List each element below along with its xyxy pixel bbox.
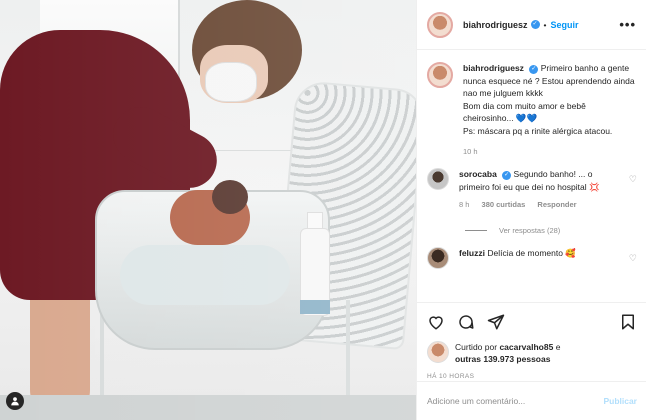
- add-comment-input[interactable]: [427, 396, 604, 406]
- verified-icon: ✓: [530, 20, 540, 29]
- separator: •: [543, 19, 547, 30]
- avatar[interactable]: [427, 168, 449, 190]
- caption: biahrodriguesz ✓ Primeiro banho a gente …: [427, 62, 637, 137]
- post-time[interactable]: HÁ 10 HORAS: [427, 373, 637, 380]
- share-icon[interactable]: [487, 313, 505, 331]
- caption-text: Primeiro banho a gente nunca esquece né …: [463, 63, 635, 136]
- comment-text: Delícia de momento 🥰: [487, 247, 576, 258]
- likes-prefix: Curtido por: [455, 342, 498, 352]
- heart-icon[interactable]: [427, 313, 445, 331]
- avatar[interactable]: [427, 11, 453, 38]
- comment-time: 8 h: [459, 200, 470, 209]
- bookmark-icon[interactable]: [619, 313, 637, 331]
- comment-item: sorocaba ✓ Segundo banho! ... o primeiro…: [427, 168, 637, 212]
- glass-reflection: [0, 0, 416, 420]
- verified-icon: ✓: [502, 171, 512, 180]
- caption-username[interactable]: biahrodriguesz: [463, 63, 524, 73]
- post-header: biahrodriguesz ✓ • Seguir •••: [417, 0, 646, 50]
- view-replies-button[interactable]: Ver respostas (28): [465, 226, 637, 235]
- likes-others[interactable]: outras 139.973 pessoas: [455, 354, 550, 364]
- person-tag-icon[interactable]: [6, 392, 24, 410]
- comments-list[interactable]: biahrodriguesz ✓ Primeiro banho a gente …: [417, 50, 646, 302]
- avatar[interactable]: [427, 62, 453, 88]
- avatar[interactable]: [427, 246, 449, 269]
- more-options-button[interactable]: •••: [619, 17, 636, 32]
- comment-meta: 8 h 380 curtidas Responder: [459, 199, 619, 212]
- comment-heart-icon[interactable]: ♡: [629, 253, 637, 264]
- add-comment-bar: Publicar: [417, 381, 646, 420]
- avatar[interactable]: [427, 341, 449, 363]
- comment-likes[interactable]: 380 curtidas: [482, 200, 526, 209]
- likes-summary: Curtido por cacarvalho85 e outras 139.97…: [427, 341, 637, 365]
- replies-line: [465, 229, 487, 231]
- comment-heart-icon[interactable]: ♡: [629, 174, 637, 185]
- comment-item: feluzzi Delícia de momento 🥰 ♡: [427, 246, 637, 269]
- comment-username[interactable]: feluzzi: [459, 248, 485, 258]
- header-username[interactable]: biahrodriguesz: [463, 20, 528, 30]
- view-replies-label: Ver respostas (28): [499, 225, 561, 235]
- post-side-panel: biahrodriguesz ✓ • Seguir ••• biahrodrig…: [416, 0, 646, 420]
- likes-connector: e: [555, 342, 561, 352]
- comment-username[interactable]: sorocaba: [459, 169, 497, 179]
- likes-first-user[interactable]: cacarvalho85: [499, 342, 553, 352]
- verified-icon: ✓: [529, 65, 539, 74]
- caption-time: 10 h: [463, 147, 478, 156]
- action-icons: [427, 311, 637, 333]
- comment-icon[interactable]: [457, 313, 475, 331]
- publish-button[interactable]: Publicar: [603, 396, 637, 406]
- reply-button[interactable]: Responder: [537, 200, 576, 209]
- follow-button[interactable]: Seguir: [551, 20, 579, 30]
- post-actions: Curtido por cacarvalho85 e outras 139.97…: [417, 302, 646, 380]
- post-photo[interactable]: [0, 0, 416, 420]
